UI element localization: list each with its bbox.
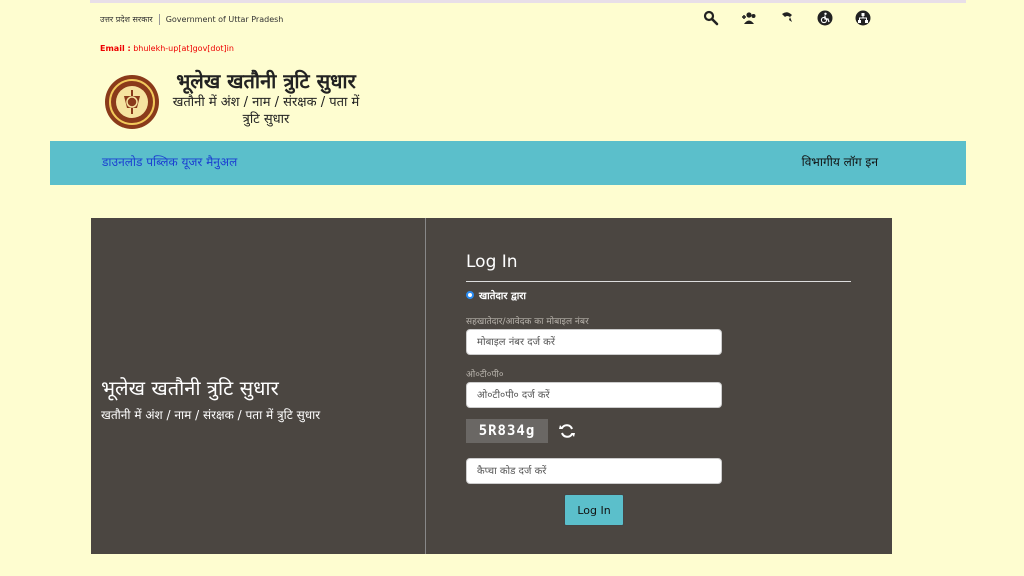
refresh-captcha-icon[interactable] [558, 422, 576, 440]
login-panel: भूलेख खतौनी त्रुटि सुधार खतौनी में अंश /… [91, 218, 892, 554]
site-header: भूलेख खतौनी त्रुटि सुधार खतौनी में अंश /… [166, 68, 366, 128]
login-form: Log In खातेदार द्वारा सहखातेदार/आवेदक का… [466, 218, 851, 554]
up-government-emblem-icon [104, 74, 160, 130]
top-border [90, 0, 966, 3]
department-login-link[interactable]: विभागीय लॉग इन [802, 153, 878, 170]
gov-name-english: Government of Uttar Pradesh [165, 14, 284, 24]
login-type-option[interactable]: खातेदार द्वारा [466, 288, 526, 302]
mobile-input[interactable] [466, 329, 722, 355]
navigation-bar: डाउनलोड पब्लिक यूजर मैनुअल विभागीय लॉग इ… [50, 141, 966, 185]
otp-input[interactable] [466, 382, 722, 408]
captcha-image: 5R834g [466, 419, 548, 443]
khatedar-radio-label: खातेदार द्वारा [479, 291, 526, 302]
sitemap-icon[interactable] [852, 8, 874, 28]
download-manual-link[interactable]: डाउनलोड पब्लिक यूजर मैनुअल [102, 153, 237, 170]
wheelchair-icon[interactable] [814, 8, 836, 28]
khatedar-radio[interactable] [466, 291, 474, 299]
panel-subtitle: खतौनी में अंश / नाम / संरक्षक / पता में … [101, 408, 321, 422]
search-icon[interactable] [700, 8, 722, 28]
site-title: भूलेख खतौनी त्रुटि सुधार [176, 69, 356, 93]
gov-name-hindi: उत्तर प्रदेश सरकार [100, 13, 160, 25]
captcha-input[interactable] [466, 458, 722, 484]
otp-label: ओ०टी०पी० [466, 370, 504, 380]
login-heading: Log In [466, 252, 851, 282]
phone-icon[interactable] [776, 8, 798, 28]
email-value: bhulekh-up[at]gov[dot]in [133, 44, 234, 53]
panel-divider [425, 218, 426, 554]
contact-email: Email : bhulekh-up[at]gov[dot]in [100, 44, 234, 53]
add-user-icon[interactable] [738, 8, 760, 28]
accessibility-toolbar [700, 8, 874, 28]
government-bar: उत्तर प्रदेश सरकार Government of Uttar P… [100, 12, 283, 26]
site-subtitle: खतौनी में अंश / नाम / संरक्षक / पता में … [172, 95, 360, 127]
email-label: Email : [100, 44, 131, 53]
mobile-label: सहखातेदार/आवेदक का मोबाइल नंबर [466, 317, 589, 327]
panel-title: भूलेख खतौनी त्रुटि सुधार [101, 376, 279, 400]
login-button[interactable]: Log In [564, 494, 624, 526]
